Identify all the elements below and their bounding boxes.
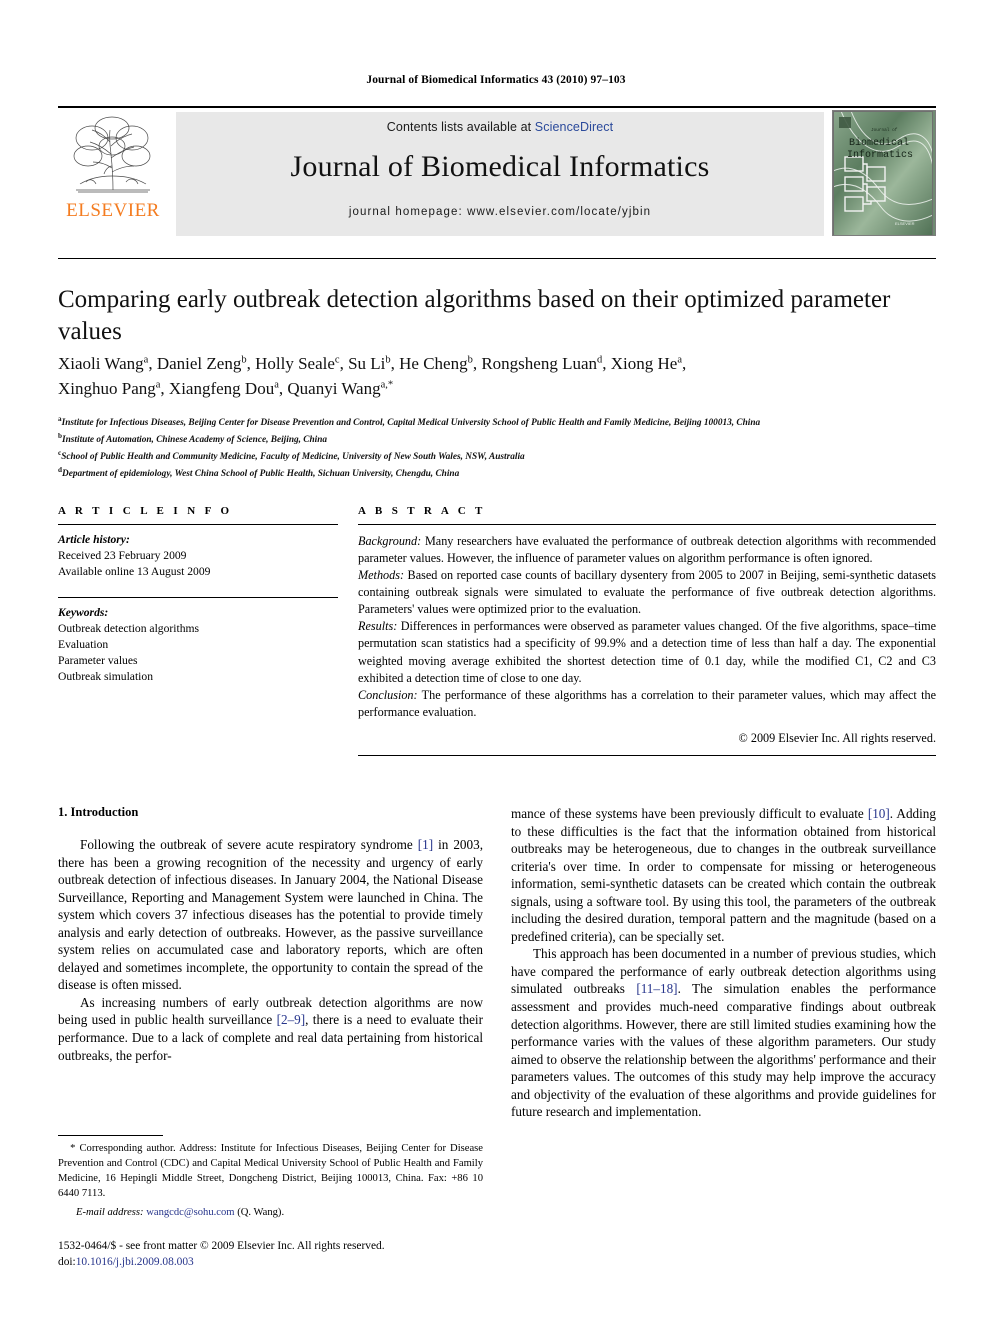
affiliation-text: Department of epidemiology, West China S… — [62, 469, 460, 480]
body-column-gap — [483, 805, 511, 1121]
section-heading-introduction: 1. Introduction — [58, 805, 139, 819]
footnote-rule — [58, 1135, 163, 1136]
footnote-asterisk: * — [58, 1143, 80, 1154]
doi-link[interactable]: 10.1016/j.jbi.2009.08.003 — [76, 1256, 194, 1268]
abstract-copyright: © 2009 Elsevier Inc. All rights reserved… — [738, 730, 936, 745]
sciencedirect-link[interactable]: ScienceDirect — [535, 120, 613, 134]
author-list: Xiaoli Wanga, Daniel Zengb, Holly Sealec… — [58, 352, 938, 401]
doi-label: doi: — [58, 1256, 76, 1269]
citation-ref[interactable]: [1] — [418, 837, 433, 852]
journal-masthead: ELSEVIER Contents lists available at Sci… — [58, 106, 936, 238]
article-history-received: Received 23 February 2009 — [58, 548, 187, 562]
body-columns: 1. Introduction Following the outbreak o… — [58, 805, 936, 1121]
body-column-left: 1. Introduction Following the outbreak o… — [58, 805, 483, 1121]
keywords-rule — [58, 596, 338, 598]
paragraph: mance of these systems have been previou… — [511, 806, 936, 944]
cover-artwork-icon: Journal of Biomedical Informatics ELSEVI… — [833, 111, 934, 235]
cover-title-line1: Biomedical — [849, 137, 909, 149]
affiliation-text: School of Public Health and Community Me… — [61, 452, 525, 463]
elsevier-wordmark: ELSEVIER — [66, 200, 160, 221]
journal-homepage-line[interactable]: journal homepage: www.elsevier.com/locat… — [349, 206, 651, 218]
keyword-item: Outbreak simulation — [58, 669, 153, 683]
keyword-item: Outbreak detection algorithms — [58, 621, 200, 635]
citation-ref[interactable]: [2–9] — [277, 1012, 306, 1027]
abstract-section-text: Based on reported case counts of bacilla… — [358, 568, 936, 617]
article-info-rule — [58, 524, 338, 525]
corresponding-author-footnote: * Corresponding author. Address: Institu… — [58, 1135, 483, 1221]
abstract-section-label: Background: — [358, 534, 422, 548]
footnote-text: * Corresponding author. Address: Institu… — [58, 1142, 483, 1202]
email-address-label: E-mail address: — [76, 1206, 144, 1218]
affiliation-item: aInstitute for Infectious Diseases, Beij… — [58, 415, 761, 429]
paragraph: As increasing numbers of early outbreak … — [58, 994, 483, 1063]
abstract-section-label: Results: — [358, 619, 398, 634]
doi-line: doi:10.1016/j.jbi.2009.08.003 — [58, 1254, 578, 1270]
abstract-section-text: Differences in performances were observe… — [358, 619, 936, 685]
affiliation-text: Institute for Infectious Diseases, Beiji… — [61, 418, 761, 429]
affiliation-item: bInstitute of Automation, Chinese Academ… — [58, 432, 328, 446]
citation-ref[interactable]: [10] — [868, 806, 890, 821]
column-gap — [338, 505, 358, 756]
corresponding-author-text: Corresponding author. Address: Institute… — [58, 1143, 483, 1199]
journal-band: Contents lists available at ScienceDirec… — [176, 112, 824, 236]
issn-line: 1532-0464/$ - see front matter © 2009 El… — [58, 1240, 385, 1252]
elsevier-logo: ELSEVIER — [58, 108, 168, 238]
page-title: Comparing early outbreak detection algor… — [58, 286, 891, 345]
article-info-heading: A R T I C L E I N F O — [58, 505, 233, 517]
abstract-section-label: Conclusion: — [358, 687, 418, 702]
keywords-label: Keywords: — [58, 605, 109, 619]
cover-publisher-mark: ELSEVIER — [895, 221, 915, 226]
affiliation-list: aInstitute for Infectious Diseases, Beij… — [58, 414, 948, 483]
cover-title-line2: Informatics — [847, 149, 913, 161]
body-column-right: mance of these systems have been previou… — [511, 805, 936, 1121]
running-head: Journal of Biomedical Informatics 43 (20… — [366, 74, 626, 86]
cover-kicker-text: Journal of — [871, 128, 898, 133]
paper-page: Journal of Biomedical Informatics 43 (20… — [0, 0, 992, 1323]
affiliation-item: cSchool of Public Health and Community M… — [58, 449, 525, 463]
paragraph: Following the outbreak of severe acute r… — [58, 837, 483, 993]
journal-title: Journal of Biomedical Informatics — [290, 150, 710, 183]
abstract-section-text: Many researchers have evaluated the perf… — [358, 534, 936, 566]
affiliation-item: dDepartment of epidemiology, West China … — [58, 466, 460, 480]
imprint-block: 1532-0464/$ - see front matter © 2009 El… — [58, 1238, 578, 1270]
abstract-body: Background: Many researchers have evalua… — [358, 533, 936, 747]
masthead-bottom-rule — [58, 258, 936, 259]
author-line-2: Xinghuo Panga, Xiangfeng Doua, Quanyi Wa… — [58, 378, 394, 398]
author-line-1: Xiaoli Wanga, Daniel Zengb, Holly Sealec… — [58, 354, 687, 373]
abstract-section-methods: Methods: Based on reported case counts o… — [358, 567, 936, 618]
info-abstract-block: A R T I C L E I N F O Article history: R… — [58, 505, 936, 756]
affiliation-text: Institute of Automation, Chinese Academy… — [62, 435, 328, 446]
abstract-section-results: Results: Differences in performances wer… — [358, 618, 936, 686]
abstract-heading: A B S T R A C T — [358, 505, 486, 517]
journal-cover-thumbnail: Journal of Biomedical Informatics ELSEVI… — [832, 110, 936, 236]
abstract-section-conclusion: Conclusion: The performance of these alg… — [358, 687, 936, 721]
contents-prefix: Contents lists available at — [386, 120, 535, 134]
article-history-block: Article history: Received 23 February 20… — [58, 532, 338, 580]
article-history-online: Available online 13 August 2009 — [58, 564, 211, 578]
keywords-block: Keywords: Outbreak detection algorithms … — [58, 605, 338, 685]
footnote-email-line: E-mail address: wangcdc@sohu.com (Q. Wan… — [58, 1206, 483, 1221]
keyword-item: Evaluation — [58, 637, 109, 651]
email-owner: (Q. Wang). — [237, 1206, 285, 1218]
contents-available-line: Contents lists available at ScienceDirec… — [387, 120, 613, 134]
article-history-label: Article history: — [58, 533, 130, 546]
elsevier-tree-icon — [73, 116, 151, 193]
citation-ref[interactable]: [11–18] — [636, 981, 677, 996]
abstract-bottom-rule — [358, 754, 936, 756]
email-link[interactable]: wangcdc@sohu.com — [146, 1207, 234, 1218]
abstract-section-label: Methods: — [358, 568, 405, 583]
abstract-section-background: Background: Many researchers have evalua… — [358, 533, 936, 567]
abstract-rule — [358, 524, 936, 525]
keyword-item: Parameter values — [58, 653, 138, 667]
paragraph: This approach has been documented in a n… — [511, 946, 936, 1120]
abstract-section-text: The performance of these algorithms has … — [358, 687, 936, 719]
